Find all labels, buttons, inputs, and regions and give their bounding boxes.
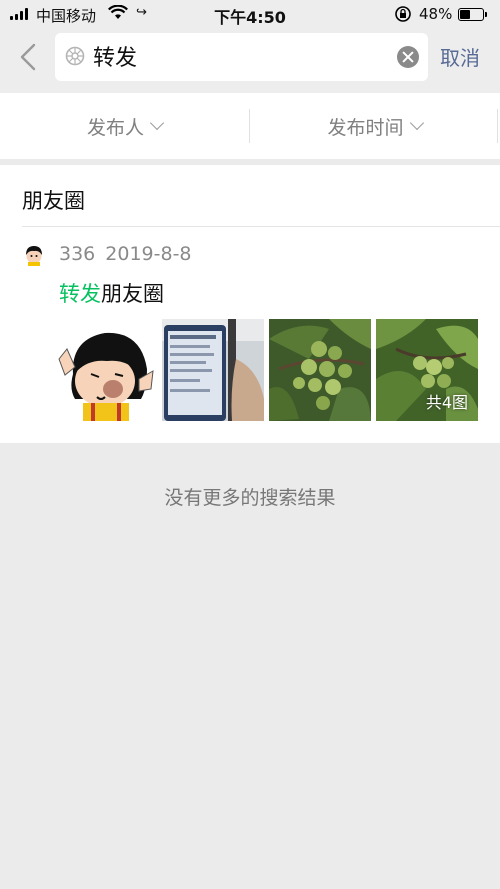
filter-publisher[interactable]: 发布人 [0,93,249,159]
battery-icon [458,8,487,21]
author-name: 336 [59,243,96,265]
image-count-label: 共4图 [425,393,468,412]
thumbnail-image[interactable] [269,319,371,421]
divider [22,226,500,227]
image-grid: 共4图 [55,319,479,421]
avatar[interactable] [23,244,45,266]
battery-percent: 48% [419,5,453,23]
keyword-highlight: 转发 [59,282,101,306]
thumbnail-image[interactable] [55,319,157,421]
thumbnail-image[interactable]: 共4图 [376,319,478,421]
filter-bar: 发布人 发布时间 [0,93,500,159]
section-title: 朋友圈 [22,189,85,213]
no-more-results: 没有更多的搜索结果 [164,487,336,509]
post-text: 转发朋友圈 [59,278,164,308]
post-meta: 336 2019-8-8 [59,243,192,265]
filter-publisher-label: 发布人 [86,116,144,139]
rotation-lock-icon [395,6,411,22]
search-box[interactable] [55,33,428,81]
chevron-down-icon [149,115,165,131]
filter-publish-time-label: 发布时间 [327,116,404,139]
search-icon [65,46,85,66]
search-input[interactable] [93,41,383,71]
back-chevron-icon[interactable] [14,41,44,73]
status-bar: 中国移动 ↪ 下午4:50 48% [0,0,500,28]
chevron-down-icon [409,115,424,131]
post-date: 2019-8-8 [105,243,192,265]
clear-icon[interactable] [397,46,419,68]
thumbnail-image[interactable] [162,319,264,421]
results-section: 朋友圈 336 2019-8-8 转发朋友圈 共4图 [0,165,500,443]
cancel-button[interactable]: 取消 [440,42,480,71]
divider [497,109,498,143]
filter-publish-time[interactable]: 发布时间 [250,93,499,159]
post-text-rest: 朋友圈 [101,282,164,306]
search-bar: 取消 [0,28,500,93]
